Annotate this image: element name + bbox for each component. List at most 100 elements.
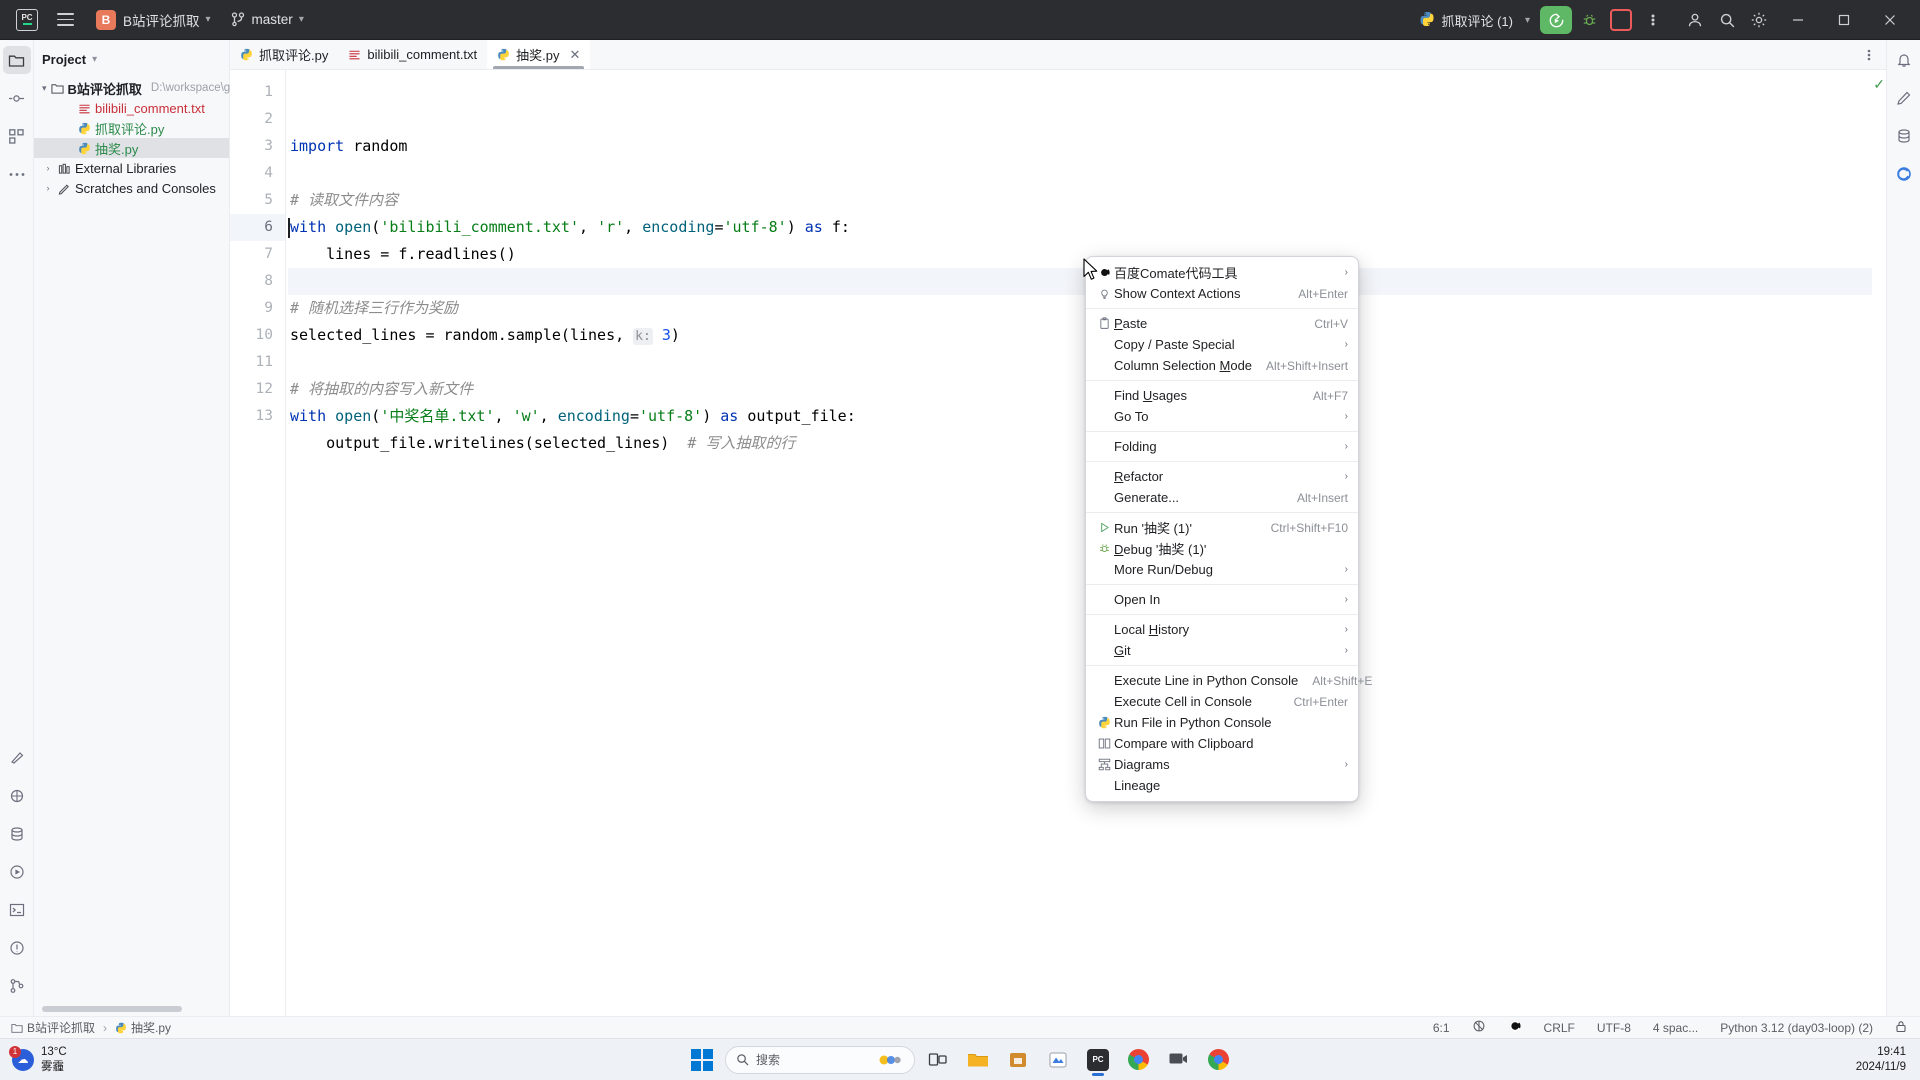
problems-icon[interactable] (3, 934, 31, 962)
terminal-icon[interactable] (3, 896, 31, 924)
run-configuration-selector[interactable]: 抓取评论 (1) ▾ (1411, 6, 1538, 34)
chrome-taskbar-icon[interactable] (1121, 1043, 1155, 1077)
line-number[interactable]: 11 (230, 349, 285, 376)
line-number[interactable]: 10 (230, 322, 285, 349)
close-button[interactable] (1868, 0, 1912, 40)
editor-tab-close-icon[interactable]: ✕ (570, 47, 581, 63)
indent-setting[interactable]: 4 spac... (1650, 1020, 1701, 1036)
more-options-icon[interactable] (1638, 5, 1668, 35)
tree-item-scratch[interactable]: › Scratches and Consoles (34, 178, 229, 198)
editor-tabs-more-icon[interactable] (1856, 40, 1882, 70)
chevron-down-icon[interactable]: ▾ (42, 83, 47, 94)
code-line[interactable]: with open('bilibili_comment.txt', 'r', e… (288, 214, 1872, 241)
comate-plugin-icon[interactable] (1890, 160, 1918, 188)
line-number[interactable]: 5 (230, 187, 285, 214)
code-editor[interactable]: 1 2 3 4 5 6 7 8 9 10 11 12 13 import random # 读取文件内容… (230, 70, 1886, 1016)
version-control-icon[interactable] (3, 972, 31, 1000)
run-button[interactable] (1540, 6, 1572, 34)
context-menu-item[interactable]: Lineage (1086, 775, 1358, 796)
context-menu-item[interactable]: Find Usages Alt+F7 (1086, 385, 1358, 406)
line-number[interactable]: 4 (230, 160, 285, 187)
project-tool-icon[interactable] (2, 46, 31, 74)
pycharm-taskbar-icon[interactable]: PC (1081, 1043, 1115, 1077)
maximize-button[interactable] (1822, 0, 1866, 40)
project-selector[interactable]: B B站评论抓取 ▾ (90, 5, 217, 35)
ai-chat-icon[interactable] (1890, 84, 1918, 112)
line-number[interactable]: 7 (230, 241, 285, 268)
search-icon[interactable] (1712, 5, 1742, 35)
user-account-icon[interactable] (1680, 5, 1710, 35)
taskbar-search-box[interactable]: 搜索 (725, 1045, 915, 1074)
database-right-icon[interactable] (1890, 122, 1918, 150)
context-menu-item[interactable]: Local History › (1086, 619, 1358, 640)
context-menu-item[interactable]: 百度Comate代码工具 › (1086, 262, 1358, 283)
ai-assistant-icon[interactable] (3, 744, 31, 772)
file-encoding[interactable]: UTF-8 (1594, 1020, 1634, 1036)
context-menu-item[interactable]: Compare with Clipboard (1086, 733, 1358, 754)
caret-position[interactable]: 6:1 (1430, 1020, 1453, 1036)
line-number[interactable]: 12 (230, 376, 285, 403)
context-menu-item[interactable]: More Run/Debug › (1086, 559, 1358, 580)
context-menu-item[interactable]: Copy / Paste Special › (1086, 334, 1358, 355)
context-menu-item[interactable]: Git › (1086, 640, 1358, 661)
chevron-right-icon[interactable]: › (42, 163, 54, 173)
context-menu-item[interactable]: Execute Cell in Console Ctrl+Enter (1086, 691, 1358, 712)
python-interpreter[interactable]: Python 3.12 (day03-loop) (2) (1717, 1020, 1876, 1036)
stop-button[interactable] (1606, 5, 1636, 35)
run-tool-icon[interactable] (3, 858, 31, 886)
context-menu-item[interactable]: Go To › (1086, 406, 1358, 427)
structure-tool-icon[interactable] (3, 122, 31, 150)
line-number[interactable]: 13 (230, 403, 285, 430)
start-button[interactable] (685, 1043, 719, 1077)
project-panel-horizontal-scrollbar[interactable] (42, 1006, 182, 1012)
more-tool-windows-icon[interactable] (3, 160, 31, 188)
editor-tab[interactable]: 抓取评论.py (230, 40, 338, 69)
code-line[interactable] (288, 457, 1872, 484)
status-project-crumb[interactable]: B站评论抓取 (8, 1018, 98, 1037)
project-panel-title[interactable]: Project ▾ (34, 46, 229, 72)
main-menu-hamburger-icon[interactable] (50, 5, 80, 35)
line-number[interactable]: 1 (230, 79, 285, 106)
screen-recorder-icon[interactable] (1161, 1043, 1195, 1077)
code-line[interactable]: # 随机选择三行作为奖励 (288, 295, 1872, 322)
file-explorer-icon[interactable] (961, 1043, 995, 1077)
minimize-button[interactable] (1776, 0, 1820, 40)
tree-item-txt[interactable]: bilibili_comment.txt (34, 98, 229, 118)
code-line[interactable]: import random (288, 133, 1872, 160)
code-line[interactable]: with open('中奖名单.txt', 'w', encoding='utf… (288, 403, 1872, 430)
status-file-crumb[interactable]: 抽奖.py (112, 1018, 174, 1037)
context-menu-item[interactable]: Folding › (1086, 436, 1358, 457)
commit-tool-icon[interactable] (3, 84, 31, 112)
comate-status-icon[interactable] (1505, 1018, 1525, 1037)
context-menu-item[interactable]: Execute Line in Python Console Alt+Shift+… (1086, 670, 1372, 691)
task-view-icon[interactable] (921, 1043, 955, 1077)
tree-item-py[interactable]: 抽奖.py (34, 138, 229, 158)
code-line[interactable]: # 读取文件内容 (288, 187, 1872, 214)
code-line[interactable] (288, 349, 1872, 376)
context-menu-item[interactable]: Column Selection Mode Alt+Shift+Insert (1086, 355, 1358, 376)
chevron-right-icon[interactable]: › (42, 183, 54, 193)
settings-gear-icon[interactable] (1744, 5, 1774, 35)
code-line[interactable]: # 将抽取的内容写入新文件 (288, 376, 1872, 403)
context-menu-item[interactable]: Debug '抽奖 (1)' (1086, 538, 1358, 559)
taskbar-clock[interactable]: 19:41 2024/11/9 (1856, 1045, 1906, 1075)
context-menu-item[interactable]: Show Context Actions Alt+Enter (1086, 283, 1358, 304)
line-number[interactable]: 2 (230, 106, 285, 133)
inspections-toggle-icon[interactable] (1469, 1018, 1489, 1037)
python-packages-icon[interactable] (3, 782, 31, 810)
line-number[interactable]: 8 (230, 268, 285, 295)
code-line[interactable]: lines = f.readlines() (288, 241, 1872, 268)
editor-tab[interactable]: bilibili_comment.txt (338, 40, 487, 69)
tree-item-py[interactable]: 抓取评论.py (34, 118, 229, 138)
taskbar-weather-widget[interactable]: 1 ☁ 13°C 雾霾 (0, 1045, 150, 1074)
context-menu-item[interactable]: Paste Ctrl+V (1086, 313, 1358, 334)
tree-item-folder[interactable]: ▾ B站评论抓取 D:\workspace\githu (34, 78, 249, 98)
code-line[interactable] (288, 268, 1872, 295)
line-number[interactable]: 3 (230, 133, 285, 160)
code-content[interactable]: import random # 读取文件内容 with open('bilibil… (286, 70, 1872, 1016)
code-line[interactable]: selected_lines = random.sample(lines, k:… (288, 322, 1872, 349)
microsoft-store-icon[interactable] (1001, 1043, 1035, 1077)
debug-button[interactable] (1574, 5, 1604, 35)
context-menu-item[interactable]: Refactor › (1086, 466, 1358, 487)
notifications-bell-icon[interactable] (1890, 46, 1918, 74)
